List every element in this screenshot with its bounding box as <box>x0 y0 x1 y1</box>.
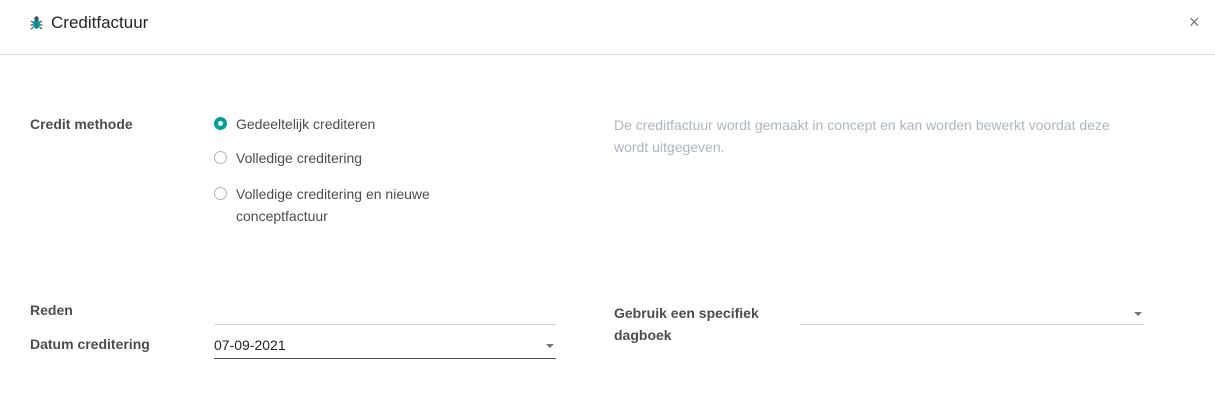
radio-button[interactable] <box>214 117 227 130</box>
radio-full-credit[interactable]: Volledige creditering <box>214 148 362 168</box>
radio-partial-credit[interactable]: Gedeeltelijk crediteren <box>214 114 375 134</box>
reason-input-underline <box>214 324 556 325</box>
bug-icon <box>30 16 43 30</box>
credit-date-label: Datum creditering <box>30 336 150 352</box>
radio-button[interactable] <box>214 187 227 200</box>
credit-method-help-text: De creditfactuur wordt gemaakt in concep… <box>614 117 1110 155</box>
credit-method-label: Credit methode <box>30 116 133 132</box>
dialog-title: Creditfactuur <box>51 13 149 32</box>
radio-label: Volledige creditering <box>236 150 363 166</box>
journal-select[interactable] <box>800 298 1144 324</box>
radio-label: Gedeeltelijk crediteren <box>236 116 376 132</box>
close-icon[interactable]: × <box>1189 12 1200 33</box>
dialog-header: Creditfactuur × <box>0 0 1215 55</box>
journal-select-underline <box>800 324 1144 325</box>
credit-date-value: 07-09-2021 <box>214 337 286 353</box>
reason-label: Reden <box>30 302 73 318</box>
radio-full-credit-new-draft[interactable]: Volledige creditering en nieuwe conceptf… <box>214 184 474 227</box>
journal-label: Gebruik een specifiek dagboek <box>614 305 759 343</box>
credit-date-input[interactable]: 07-09-2021 <box>214 333 556 359</box>
radio-button[interactable] <box>214 151 227 164</box>
radio-label: Volledige creditering en nieuwe conceptf… <box>236 186 430 224</box>
reason-input[interactable] <box>214 298 556 324</box>
chevron-down-icon[interactable] <box>546 344 554 348</box>
chevron-down-icon[interactable] <box>1134 312 1142 316</box>
